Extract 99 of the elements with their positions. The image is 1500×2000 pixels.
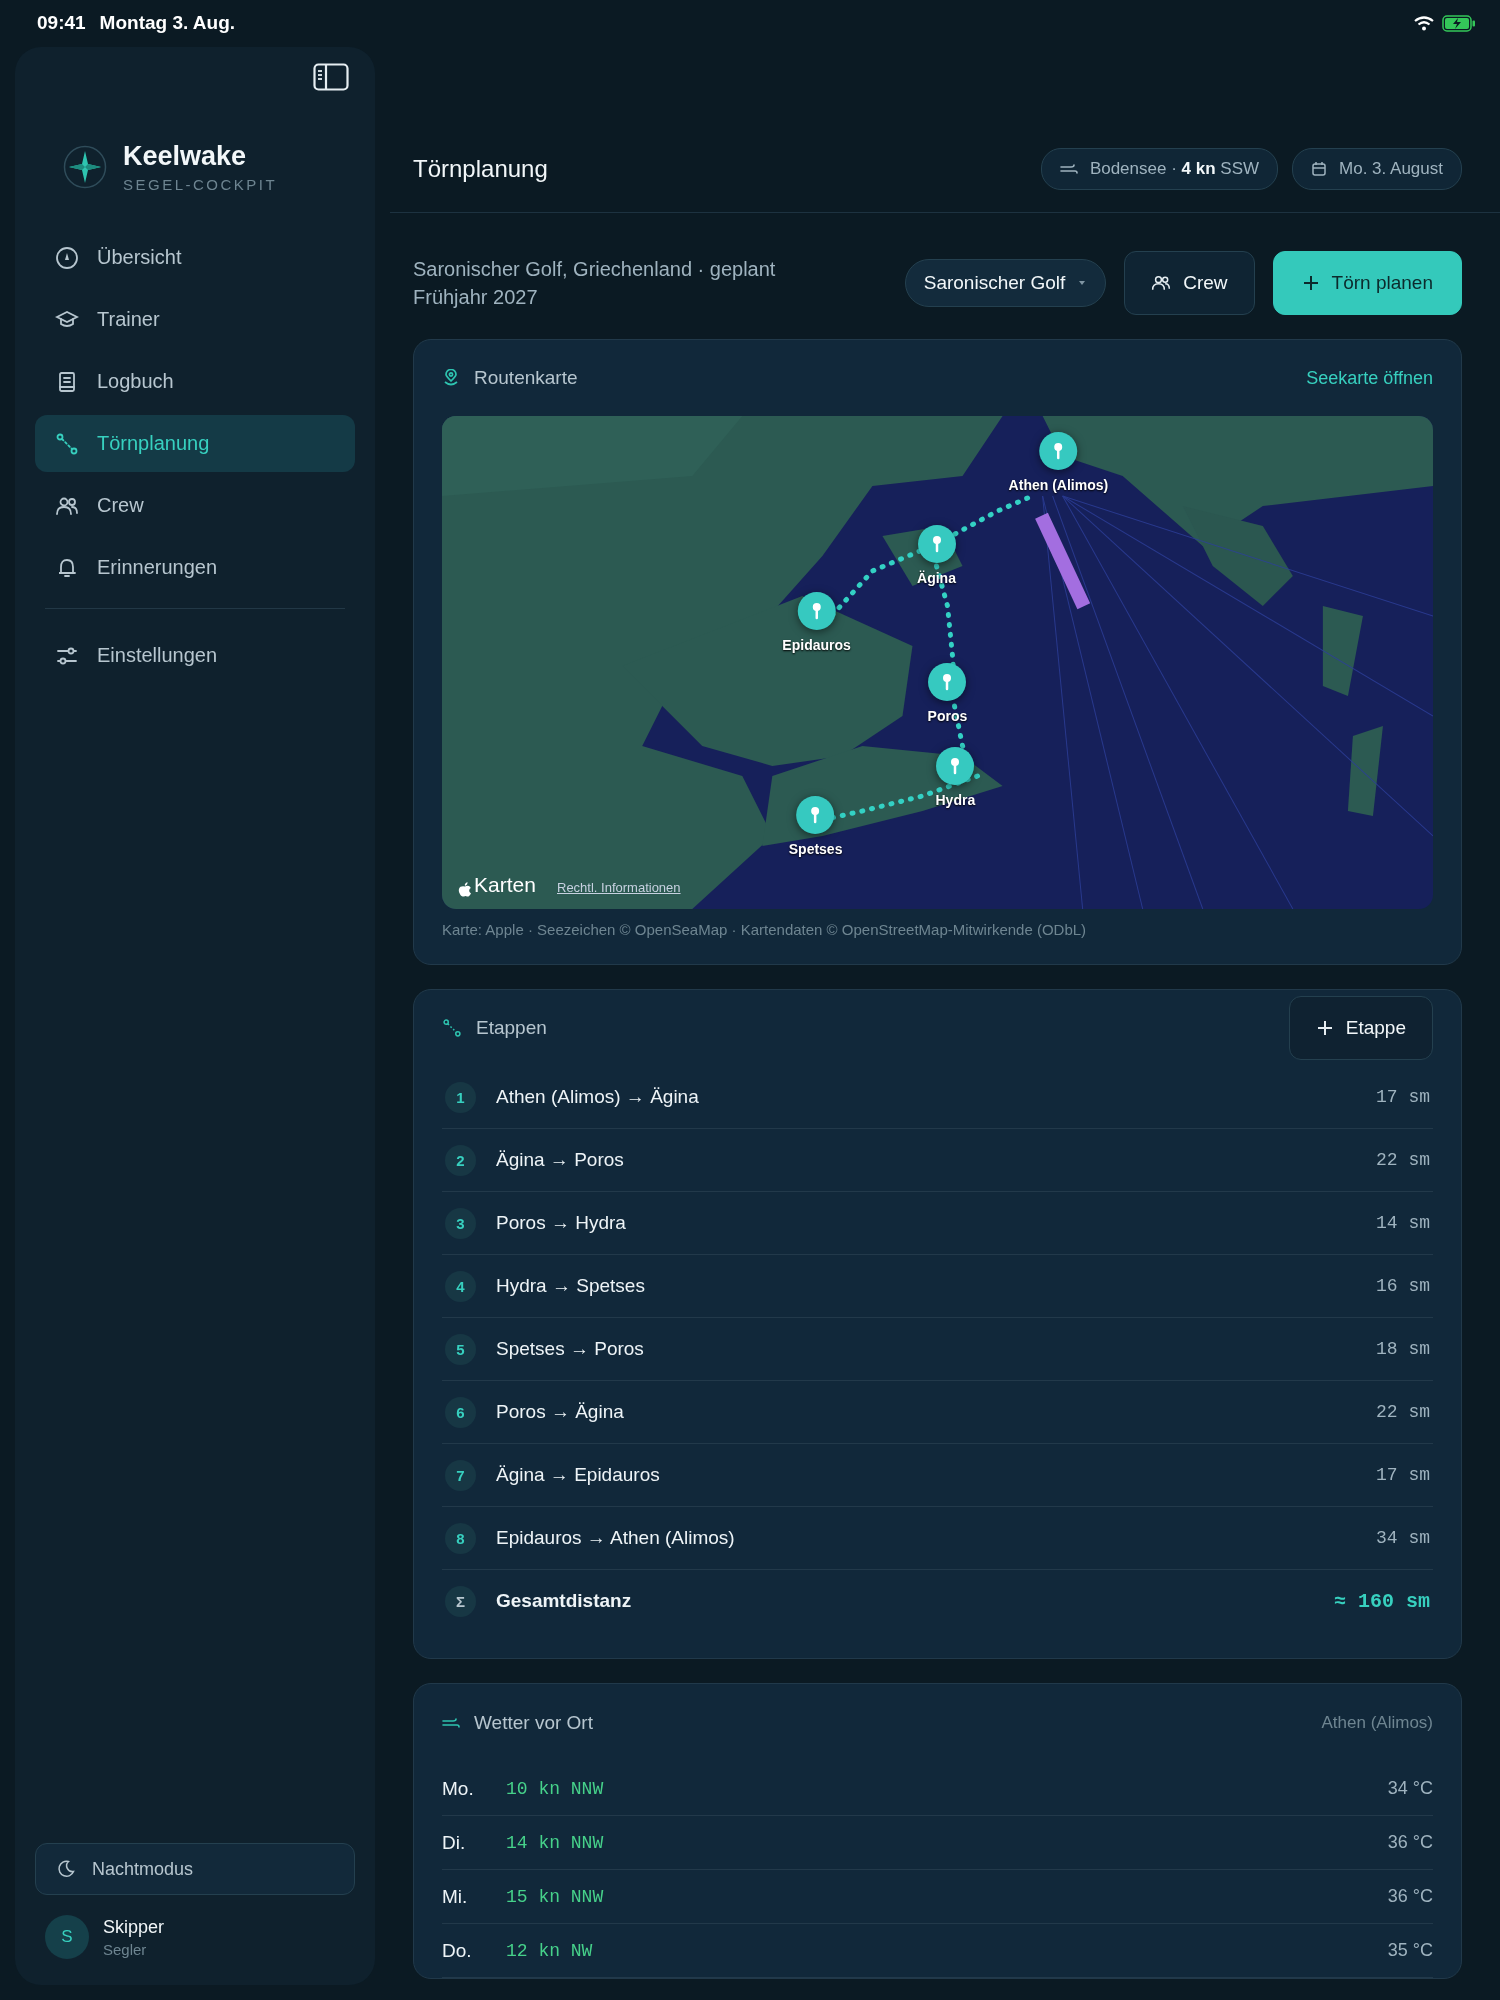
legal-info-link[interactable]: Rechtl. Informationen [557, 880, 681, 895]
compass-icon [55, 245, 79, 270]
user-role: Segler [103, 1940, 148, 1958]
status-date: Montag 3. Aug. [99, 12, 236, 34]
stage-route: Spetses → Poros [496, 1338, 644, 1360]
stage-number: 7 [445, 1459, 476, 1491]
caret-icon [1077, 279, 1088, 287]
map-pin-icon[interactable] [795, 795, 836, 836]
route-icon [442, 1018, 462, 1038]
map-pin-icon[interactable] [927, 662, 968, 703]
calendar-icon [1311, 161, 1328, 177]
wind-reading: 15 kn NNW [506, 1886, 604, 1907]
add-stage-button[interactable]: Etappe [1288, 996, 1433, 1060]
stage-route: Hydra → Spetses [496, 1275, 645, 1297]
stage-distance: 16 sm [1376, 1276, 1430, 1296]
map-pin-icon[interactable] [1038, 430, 1079, 471]
map-pin-icon [442, 369, 460, 387]
stage-route: Epidauros → Athen (Alimos) [496, 1527, 735, 1549]
sidebar-item[interactable]: Einstellungen [35, 627, 355, 684]
weather-day: Do. [442, 1939, 506, 1962]
sidebar-item[interactable]: Übersicht [35, 229, 355, 286]
stage-number: 8 [445, 1522, 476, 1554]
stage-route: Athen (Alimos) → Ägina [496, 1086, 699, 1108]
crew-button[interactable]: Crew [1124, 251, 1255, 315]
stage-distance: 14 sm [1376, 1213, 1430, 1233]
wind-reading: 14 kn NNW [506, 1832, 604, 1853]
sidebar-item[interactable]: Logbuch [35, 353, 355, 410]
stage-distance: 34 sm [1376, 1528, 1430, 1548]
route-map[interactable]: Athen (Alimos) Ägina Epidauros Poros Hydra Spetses Karten Rechtl. Informationen [442, 416, 1433, 909]
open-chart-link[interactable]: Seekarte öffnen [1306, 367, 1433, 389]
pin-label: Epidauros [782, 636, 851, 653]
weather-day: Di. [442, 1831, 506, 1854]
pin-label: Athen (Alimos) [1008, 476, 1109, 493]
plus-icon [1301, 274, 1320, 292]
wind-chip: Bodensee · 4 kn SSW [1040, 148, 1279, 190]
region-select[interactable]: Saronischer Golf [904, 259, 1107, 307]
card-title: Routenkarte [474, 367, 578, 389]
total-label: Gesamtdistanz [496, 1590, 632, 1612]
maps-logo: Karten [458, 873, 536, 897]
map-pin-icon[interactable] [796, 590, 837, 631]
stage-route: Poros → Hydra [496, 1212, 626, 1234]
sidebar-item[interactable]: Crew [35, 477, 355, 534]
stage-distance: 22 sm [1376, 1150, 1430, 1170]
stage-distance: 18 sm [1376, 1339, 1430, 1359]
route-icon [55, 431, 79, 456]
map-attribution: Karte: Apple · Seezeichen © OpenSeaMap · Kartendaten © OpenStreetMap-Mitwirkende (ODbL) [442, 921, 1088, 938]
total-distance: ≈ 160 sm [1334, 1589, 1430, 1613]
stage-number: 6 [445, 1396, 476, 1428]
stage-route: Poros → Ägina [496, 1401, 624, 1423]
date-chip: Mo. 3. August [1292, 148, 1462, 190]
weather-location: Athen (Alimos) [1321, 1713, 1433, 1733]
map-pin-icon[interactable] [935, 746, 976, 786]
people-icon [1151, 273, 1172, 293]
stage-number: 5 [445, 1333, 476, 1365]
temperature: 36 °C [1387, 1886, 1433, 1907]
stage-distance: 22 sm [1376, 1402, 1430, 1422]
card-title: Etappen [476, 1017, 547, 1039]
weather-day: Mi. [442, 1885, 506, 1908]
moon-icon [56, 1859, 76, 1879]
sidebar-item[interactable]: Törnplanung [35, 415, 355, 472]
wind-reading: 12 kn NW [506, 1940, 593, 1961]
stage-number: 4 [445, 1270, 476, 1302]
pin-label: Ägina [917, 570, 956, 587]
plan-trip-button[interactable]: Törn planen [1272, 251, 1462, 315]
pin-label: Poros [927, 708, 968, 725]
status-time: 09:41 [37, 12, 86, 34]
app-tagline: SEGEL-COCKPIT [123, 176, 278, 193]
map-pin-icon[interactable] [916, 524, 957, 565]
temperature: 35 °C [1387, 1940, 1433, 1961]
battery-icon [1442, 14, 1476, 32]
pin-label: Hydra [935, 792, 976, 808]
night-mode-button[interactable]: Nachtmodus [35, 1843, 355, 1895]
stage-number: 3 [445, 1207, 476, 1239]
user-name: Skipper [103, 1916, 165, 1938]
sidebar-item[interactable]: Erinnerungen [35, 539, 355, 596]
temperature: 36 °C [1387, 1832, 1433, 1853]
stage-route: Ägina → Poros [496, 1149, 624, 1171]
wind-icon [442, 1716, 460, 1730]
sidebar-toggle-icon[interactable] [313, 63, 349, 91]
weather-day: Mo. [442, 1777, 506, 1800]
stage-distance: 17 sm [1376, 1087, 1430, 1107]
user-avatar: S [45, 1915, 89, 1959]
compass-star-logo-icon [63, 145, 107, 189]
stage-number: 2 [445, 1144, 476, 1176]
wifi-icon [1414, 15, 1434, 31]
plus-icon [1315, 1019, 1334, 1037]
pin-label: Spetses [788, 841, 843, 858]
trip-description: Saronischer Golf, Griechenland · geplant Frühjahr 2027 [413, 257, 777, 310]
stage-number: 1 [445, 1081, 476, 1113]
wind-icon [1059, 162, 1078, 176]
stage-route: Ägina → Epidauros [496, 1464, 660, 1486]
sidebar-item[interactable]: Trainer [35, 291, 355, 348]
sum-symbol: Σ [445, 1585, 476, 1617]
temperature: 34 °C [1387, 1778, 1433, 1799]
card-title: Wetter vor Ort [474, 1712, 593, 1734]
stage-distance: 17 sm [1376, 1465, 1430, 1485]
app-name: Keelwake [123, 141, 248, 172]
wind-reading: 10 kn NNW [506, 1778, 604, 1799]
page-title: Törnplanung [413, 155, 548, 183]
